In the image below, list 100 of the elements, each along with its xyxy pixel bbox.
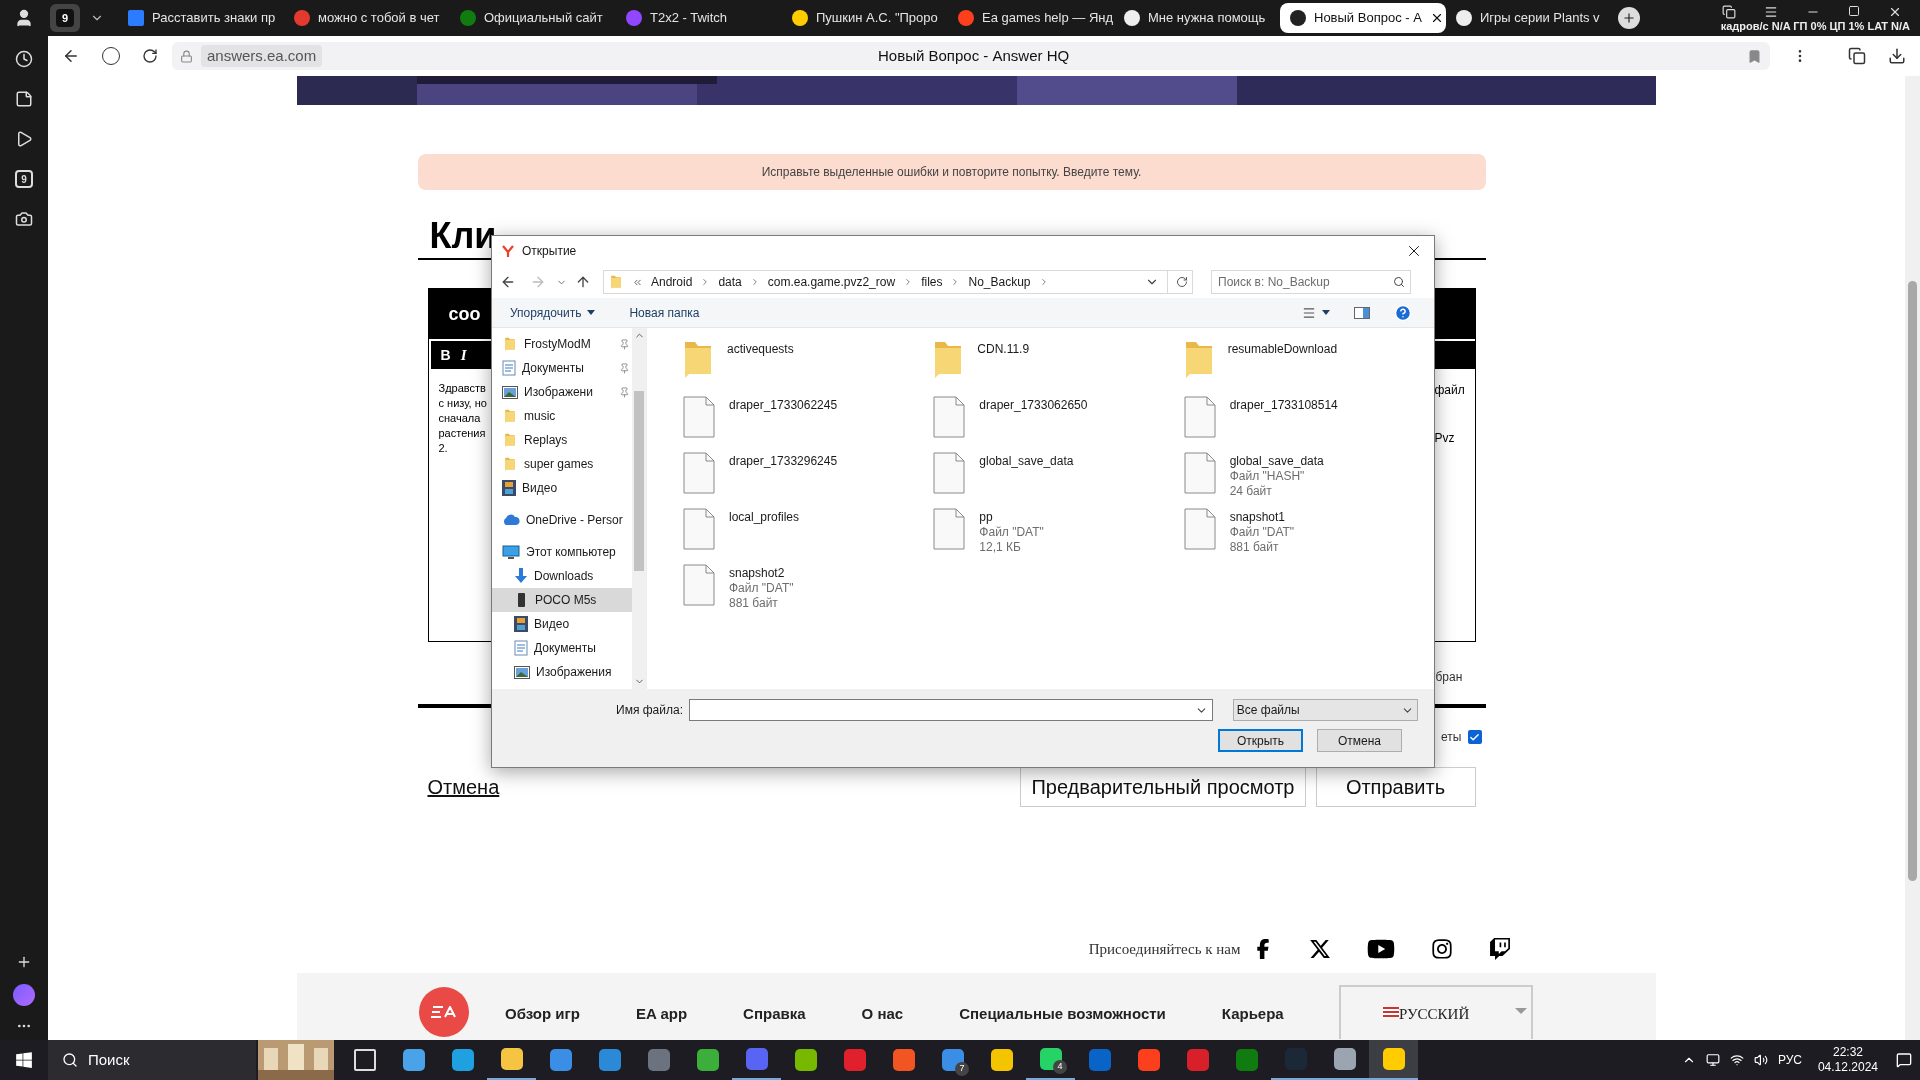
- browser-tab[interactable]: T2x2 - Twitch: [616, 3, 782, 33]
- nav-item[interactable]: Этот компьютер: [492, 540, 632, 564]
- volume-icon[interactable]: [1753, 1053, 1768, 1067]
- browser-tab[interactable]: Расставить знаки пр: [118, 3, 284, 33]
- restore-icon[interactable]: [1848, 4, 1860, 17]
- assistant-icon[interactable]: [13, 984, 35, 1006]
- footer-link[interactable]: EA app: [635, 1003, 688, 1026]
- history-icon[interactable]: [15, 50, 33, 68]
- add-icon[interactable]: [16, 954, 32, 970]
- file-item[interactable]: activequests: [683, 340, 934, 396]
- browser-tab[interactable]: Новый Вопрос - A: [1280, 3, 1446, 33]
- network-icon[interactable]: [1729, 1053, 1744, 1067]
- nav-item[interactable]: OneDrive - Persor: [492, 508, 632, 532]
- nav-item[interactable]: Документы: [492, 636, 632, 660]
- file-item[interactable]: global_save_data: [933, 452, 1184, 508]
- camera-icon[interactable]: [15, 210, 33, 228]
- menu-icon[interactable]: [1764, 4, 1778, 19]
- nav-item[interactable]: music: [492, 404, 632, 428]
- file-item[interactable]: local_profiles: [683, 508, 934, 564]
- search-field[interactable]: Поиск: [48, 1040, 256, 1080]
- notes-icon[interactable]: [15, 90, 33, 108]
- file-type-select[interactable]: Все файлы: [1232, 699, 1418, 721]
- nav-item[interactable]: Изображени: [492, 380, 632, 404]
- file-item[interactable]: draper_1733062245: [683, 396, 934, 452]
- footer-link[interactable]: Обзор игр: [505, 1003, 580, 1026]
- refresh-icon[interactable]: [1176, 276, 1188, 288]
- social-icon[interactable]: [1430, 938, 1453, 960]
- italic-button[interactable]: I: [460, 343, 467, 367]
- back-icon[interactable]: [62, 47, 80, 65]
- browser-tab[interactable]: Официальный сайт: [450, 3, 616, 33]
- nav-item[interactable]: Видео: [492, 476, 632, 500]
- profile-icon[interactable]: [14, 8, 34, 28]
- breadcrumb-item[interactable]: Android: [651, 273, 693, 291]
- new-tab-button[interactable]: [1618, 7, 1640, 29]
- start-icon[interactable]: [15, 1051, 33, 1069]
- organize-menu-button[interactable]: Упорядочить: [510, 303, 596, 322]
- file-item[interactable]: pp Файл "DAT" 12,1 КБ: [933, 508, 1184, 564]
- help-icon[interactable]: [1394, 303, 1412, 322]
- nav-item[interactable]: Видео: [492, 612, 632, 636]
- up-icon[interactable]: [575, 274, 591, 290]
- cancel-link[interactable]: Отмена: [427, 772, 500, 802]
- back-icon[interactable]: [500, 274, 516, 290]
- scrollbar-thumb[interactable]: [634, 391, 644, 571]
- browser-tab[interactable]: Игры серии Plants v: [1446, 3, 1612, 33]
- extensions-icon[interactable]: [1848, 47, 1866, 65]
- nav-item[interactable]: Replays: [492, 428, 632, 452]
- browser-tab[interactable]: Мне нужна помощь: [1114, 3, 1280, 33]
- footer-link[interactable]: Специальные возможности: [959, 1003, 1166, 1026]
- nav-item[interactable]: super games: [492, 452, 632, 476]
- search-field[interactable]: Поиск в: No_Backup: [1211, 270, 1411, 294]
- file-item[interactable]: draper_1733108514: [1183, 396, 1434, 452]
- footer-link[interactable]: О нас: [861, 1003, 904, 1026]
- breadcrumb-item[interactable]: files: [921, 273, 943, 291]
- nav-item[interactable]: FrostyModM: [492, 332, 632, 356]
- file-item[interactable]: snapshot2 Файл "DAT" 881 байт: [683, 564, 934, 620]
- social-icon[interactable]: [1308, 938, 1331, 960]
- language-indicator[interactable]: РУС: [1777, 1051, 1802, 1069]
- ea-logo-icon[interactable]: [419, 987, 469, 1037]
- address-bar[interactable]: answers.ea.com Новый Вопрос - Answer HQ: [172, 42, 1770, 70]
- tab-manager-icon[interactable]: [1722, 4, 1736, 19]
- file-item[interactable]: global_save_data Файл "HASH" 24 байт: [1183, 452, 1434, 508]
- preview-pane-icon[interactable]: [1354, 306, 1370, 319]
- nav-item[interactable]: Downloads: [492, 564, 632, 588]
- filename-field[interactable]: [688, 699, 1213, 721]
- browser-tab[interactable]: Ea games help — Янд: [948, 3, 1114, 33]
- nav-item[interactable]: Документы: [492, 356, 632, 380]
- breadcrumb-item[interactable]: No_Backup: [968, 273, 1031, 291]
- file-item[interactable]: resumableDownload: [1183, 340, 1434, 396]
- play-icon[interactable]: [15, 130, 33, 148]
- file-item[interactable]: CDN.11.9: [933, 340, 1184, 396]
- notifications-icon[interactable]: [1896, 1052, 1912, 1068]
- view-dropdown-icon[interactable]: [1322, 310, 1330, 315]
- bookmark-icon[interactable]: [1747, 48, 1762, 64]
- breadcrumb-item[interactable]: com.ea.game.pvz2_row: [767, 273, 896, 291]
- nav-item[interactable]: POCO M5s: [492, 588, 632, 612]
- scrollbar-thumb[interactable]: [1908, 281, 1917, 881]
- cancel-button[interactable]: Отмена: [1317, 729, 1402, 752]
- nav-item[interactable]: Изображения: [492, 660, 632, 684]
- taskbar-app[interactable]: 7: [928, 1040, 977, 1080]
- reload-icon[interactable]: [142, 48, 158, 64]
- tab-group-badge[interactable]: 9: [50, 4, 80, 32]
- social-icon[interactable]: [1488, 938, 1511, 960]
- sidebar-badge[interactable]: 9: [15, 170, 33, 188]
- taskbar-app[interactable]: 4: [1026, 1040, 1075, 1080]
- footer-link[interactable]: Карьера: [1221, 1003, 1284, 1026]
- taskbar-app[interactable]: [1369, 1040, 1418, 1080]
- file-item[interactable]: draper_1733062650: [933, 396, 1184, 452]
- download-icon[interactable]: [1888, 47, 1906, 65]
- checkbox[interactable]: [1467, 730, 1482, 744]
- file-item[interactable]: snapshot1 Файл "DAT" 881 байт: [1183, 508, 1434, 564]
- new-folder-button[interactable]: Новая папка: [629, 303, 700, 322]
- display-icon[interactable]: [1705, 1053, 1720, 1067]
- footer-link[interactable]: Справка: [743, 1003, 806, 1026]
- file-item[interactable]: draper_1733296245: [683, 452, 934, 508]
- address-field[interactable]: Android data com.ea.game.pvz2_row files No_Backup: [603, 270, 1193, 294]
- browser-tab[interactable]: Пушкин А.С. "Проро: [782, 3, 948, 33]
- bold-button[interactable]: B: [440, 344, 451, 366]
- view-options-icon[interactable]: [1302, 305, 1316, 320]
- breadcrumb-item[interactable]: data: [718, 273, 742, 291]
- browser-tab[interactable]: можно с тобой в чет: [284, 3, 450, 33]
